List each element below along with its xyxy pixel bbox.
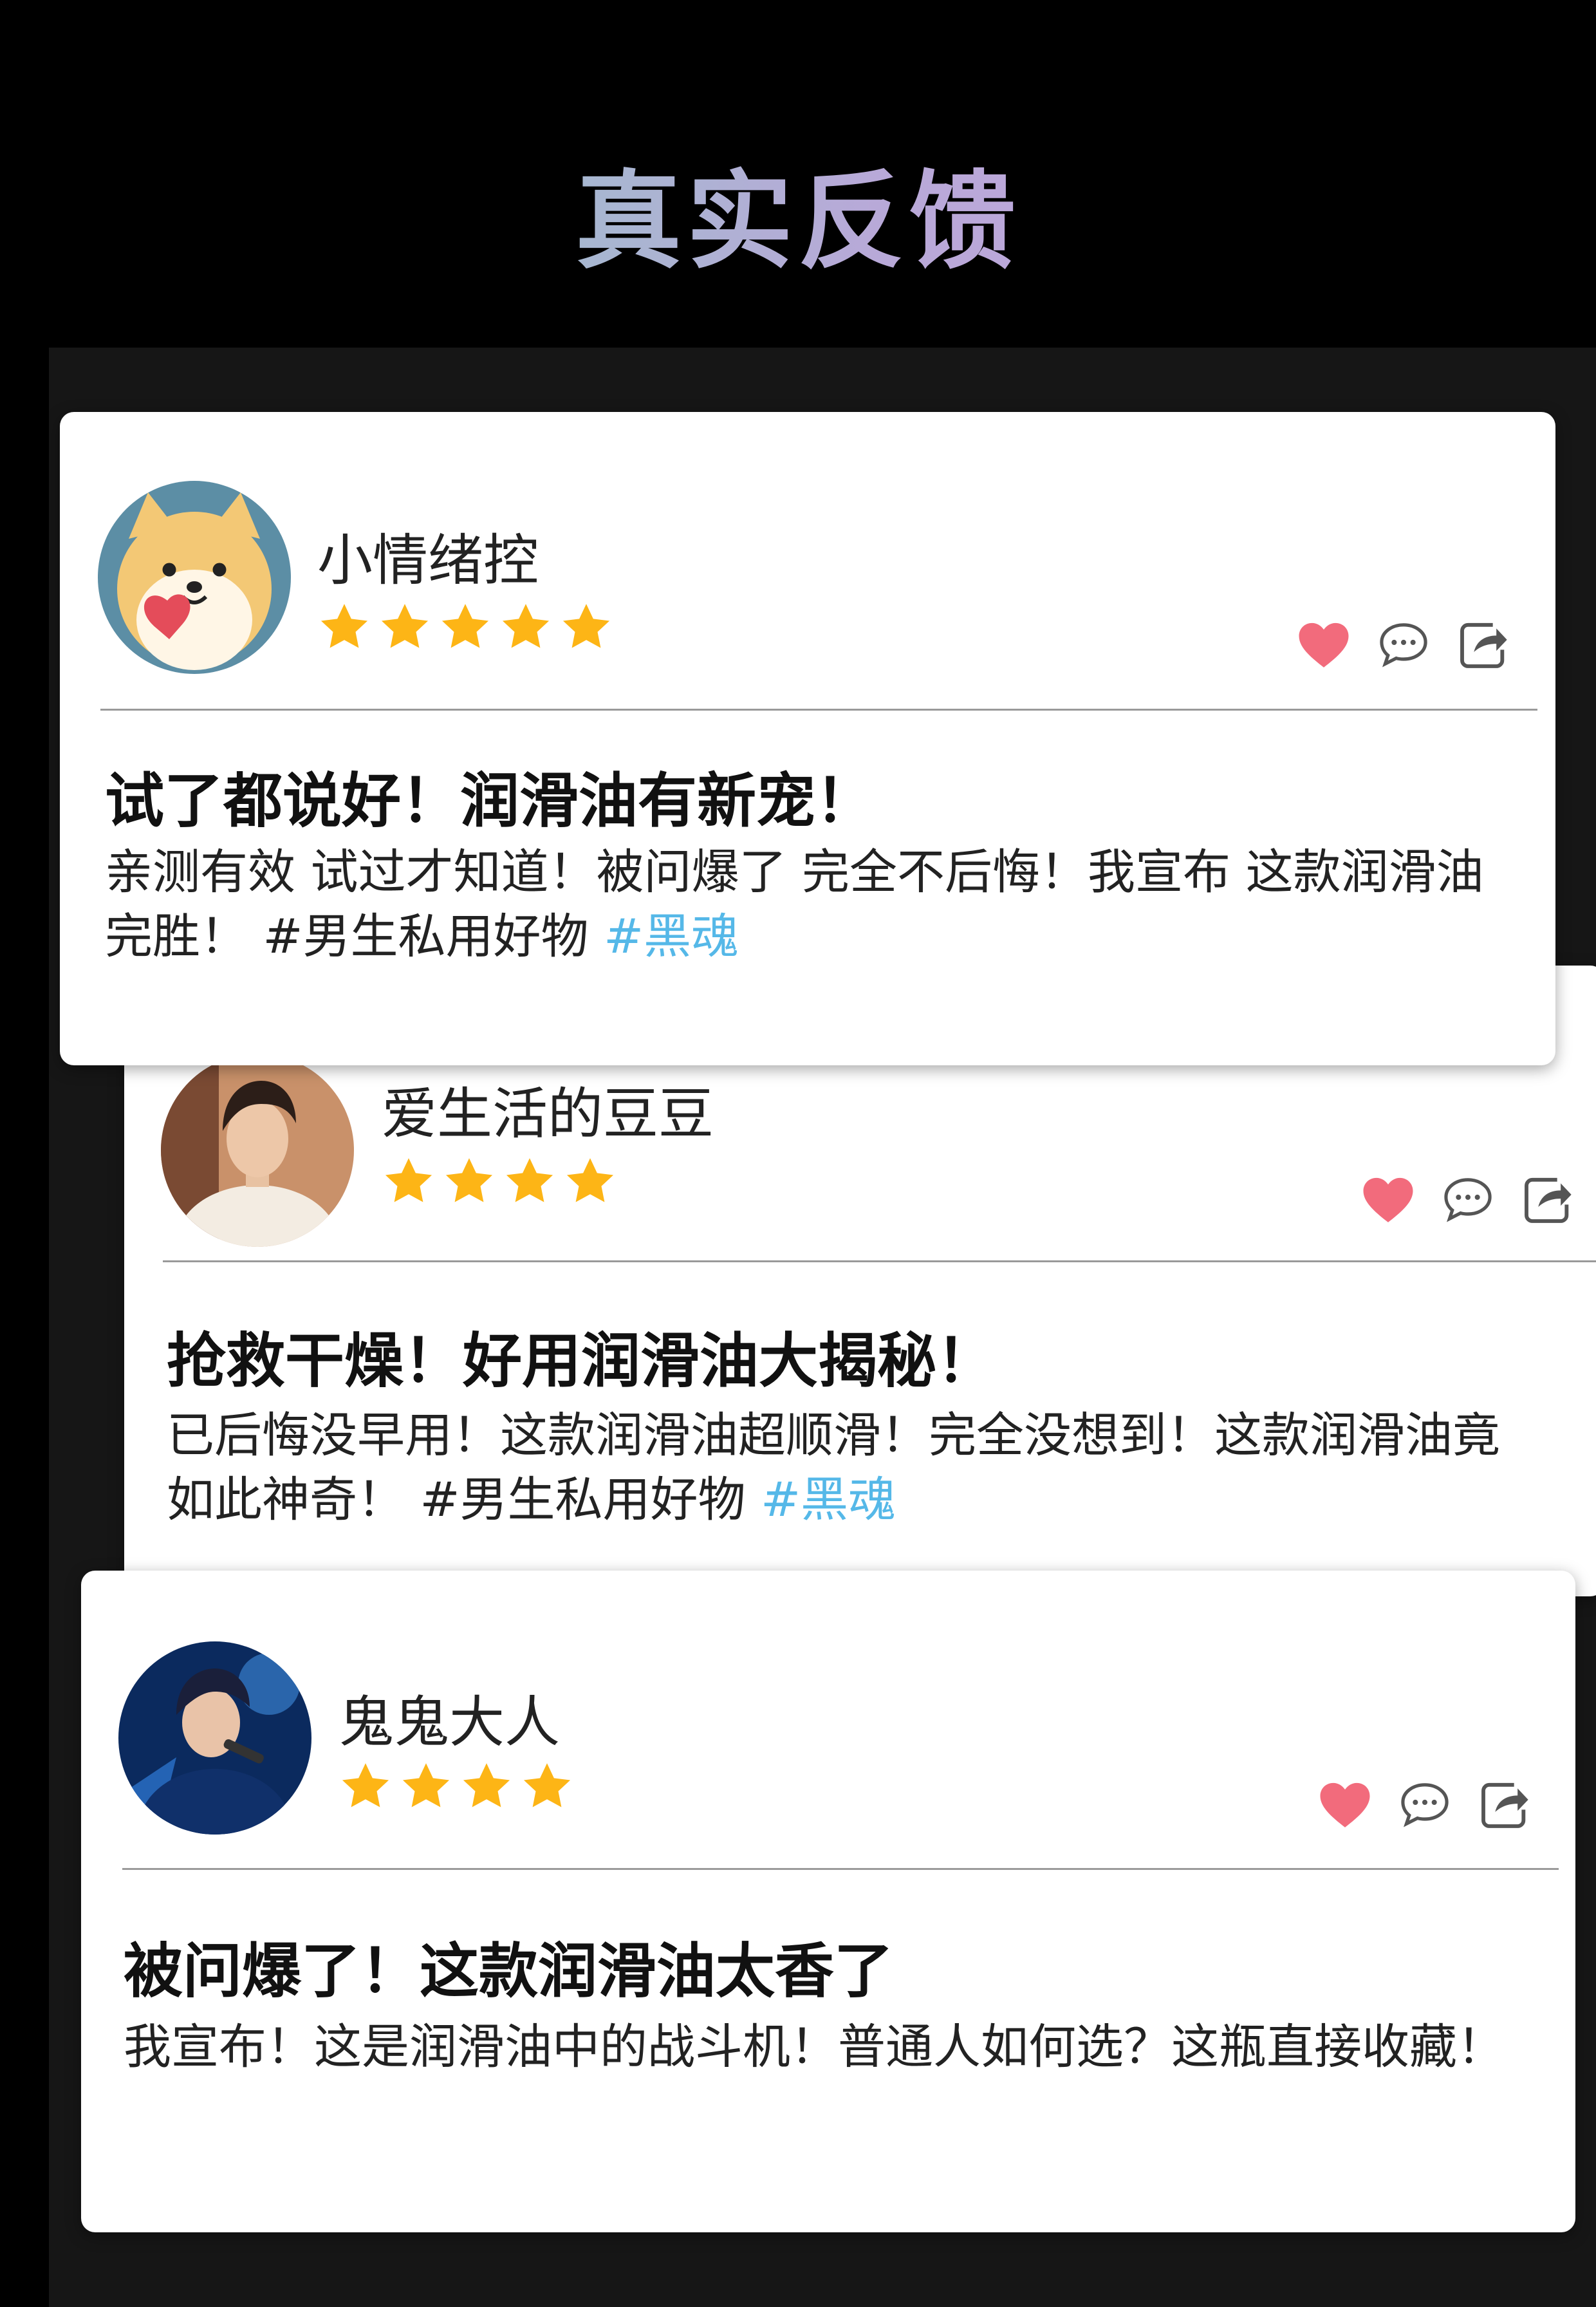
star-icon — [520, 1759, 574, 1813]
avatar[interactable] — [161, 1054, 354, 1247]
review-body: 我宣布！这是润滑油中的战斗机！普通人如何选？这瓶直接收藏！ — [124, 2015, 1526, 2079]
rating-stars — [317, 600, 613, 658]
username: 小情绪控 — [317, 528, 539, 593]
hashtag-link[interactable]: #黑魂 — [604, 909, 739, 964]
review-card: 鬼鬼大人 被问爆了！这款润滑油太香了 我宣布！这是润滑油中的战斗机！普通人如何选… — [81, 1571, 1575, 2232]
review-body: 亲测有效 试过才知道！被问爆了 完全不后悔！我宣布 这款润滑油完胜！ #男生私用… — [105, 840, 1521, 969]
hashtag-link[interactable]: #黑魂 — [761, 1472, 896, 1527]
action-bar — [1317, 1777, 1533, 1833]
heart-icon[interactable] — [1295, 617, 1352, 673]
avatar[interactable] — [98, 481, 291, 674]
star-icon — [378, 600, 432, 654]
review-title: 抢救干燥！好用润滑油大揭秘！ — [167, 1327, 996, 1396]
rating-stars — [339, 1759, 574, 1817]
review-title: 被问爆了！这款润滑油太香了 — [124, 1937, 894, 2006]
divider — [163, 1260, 1596, 1262]
heart-icon[interactable] — [1360, 1172, 1416, 1228]
heart-icon[interactable] — [1317, 1777, 1373, 1833]
username: 爱生活的豆豆 — [382, 1082, 714, 1146]
divider — [122, 1868, 1559, 1870]
star-icon — [399, 1759, 453, 1813]
share-icon[interactable] — [1519, 1172, 1576, 1228]
review-title: 试了都说好！润滑油有新宠！ — [105, 767, 875, 836]
username: 鬼鬼大人 — [339, 1690, 560, 1755]
rating-stars — [382, 1154, 617, 1212]
review-body: 已后悔没早用！这款润滑油超顺滑！完全没想到！这款润滑油竟如此神奇！ #男生私用好… — [167, 1403, 1544, 1532]
divider — [100, 709, 1537, 711]
avatar[interactable] — [118, 1641, 311, 1835]
comment-icon[interactable] — [1375, 617, 1432, 673]
page-title: 真实反馈 — [0, 135, 1596, 289]
star-icon — [317, 600, 371, 654]
star-icon — [559, 600, 613, 654]
action-bar — [1295, 617, 1512, 673]
star-icon — [442, 1154, 496, 1208]
review-card: 小情绪控 试了都说好！润滑油有新宠！ 亲测有效 试过才知道！被问爆了 完全不后悔… — [60, 412, 1555, 1065]
star-icon — [459, 1759, 514, 1813]
review-body-text: 我宣布！这是润滑油中的战斗机！普通人如何选？这瓶直接收藏！ — [124, 2019, 1505, 2075]
comment-icon[interactable] — [1440, 1172, 1496, 1228]
action-bar — [1360, 1172, 1576, 1228]
star-icon — [438, 600, 492, 654]
share-icon[interactable] — [1476, 1777, 1533, 1833]
star-icon — [563, 1154, 617, 1208]
star-icon — [339, 1759, 393, 1813]
comment-icon[interactable] — [1396, 1777, 1453, 1833]
share-icon[interactable] — [1455, 617, 1512, 673]
star-icon — [382, 1154, 436, 1208]
review-body-text: 亲测有效 试过才知道！被问爆了 完全不后悔！我宣布 这款润滑油完胜！ #男生私用… — [105, 845, 1484, 964]
star-icon — [499, 600, 553, 654]
star-icon — [503, 1154, 557, 1208]
